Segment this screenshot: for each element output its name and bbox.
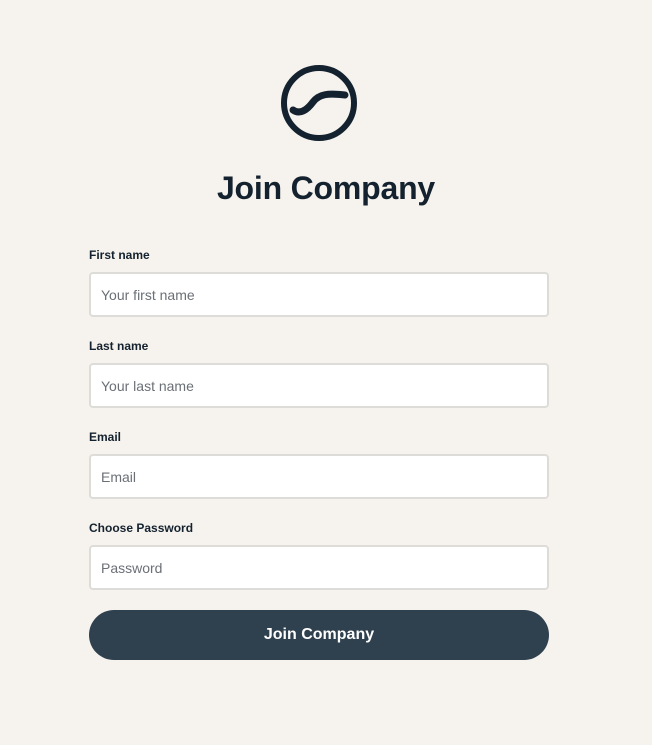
company-logo-icon bbox=[281, 65, 357, 141]
email-input[interactable] bbox=[89, 454, 549, 499]
join-company-button[interactable]: Join Company bbox=[89, 610, 549, 660]
first-name-field-group: First name bbox=[89, 246, 549, 317]
email-field-group: Email bbox=[89, 428, 549, 499]
last-name-input[interactable] bbox=[89, 363, 549, 408]
password-input[interactable] bbox=[89, 545, 549, 590]
password-field-group: Choose Password bbox=[89, 519, 549, 590]
last-name-field-group: Last name bbox=[89, 337, 549, 408]
join-form: First name Last name Email Choose Passwo… bbox=[89, 246, 549, 660]
last-name-label: Last name bbox=[89, 339, 149, 353]
password-label: Choose Password bbox=[89, 521, 194, 535]
email-label: Email bbox=[89, 430, 122, 444]
first-name-input[interactable] bbox=[89, 272, 549, 317]
page-title: Join Company bbox=[216, 170, 436, 206]
first-name-label: First name bbox=[89, 248, 150, 262]
join-page: Join Company First name Last name Email … bbox=[0, 0, 652, 745]
